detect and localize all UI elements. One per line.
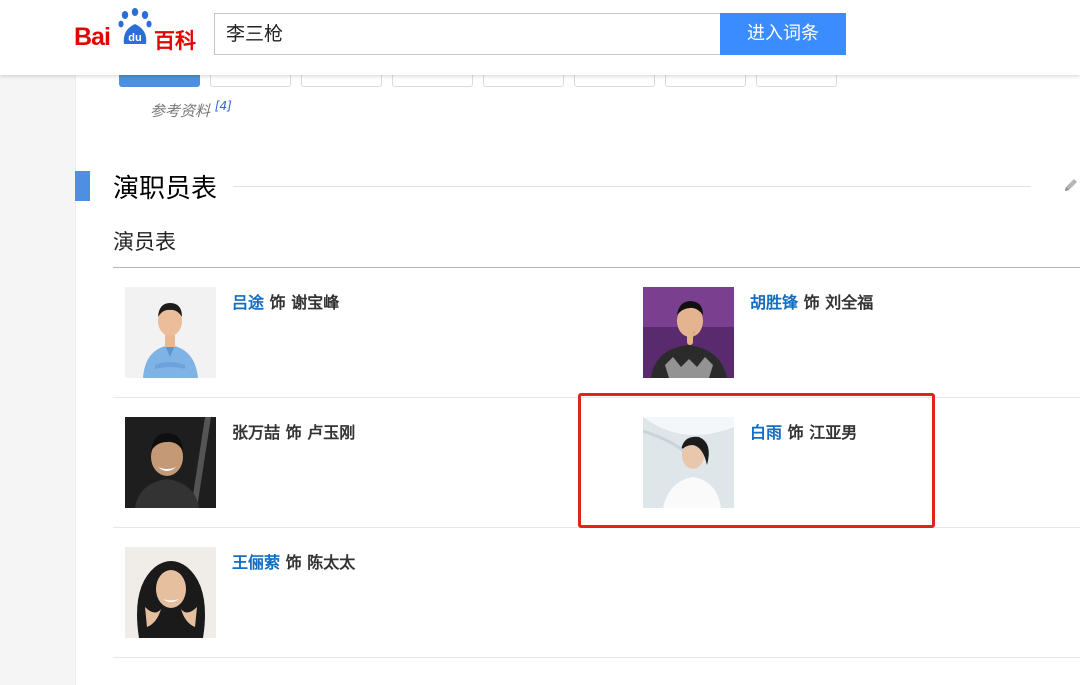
actor-photo[interactable] <box>643 287 734 378</box>
actor-photo[interactable] <box>125 287 216 378</box>
cast-subtitle: 演员表 <box>113 230 176 254</box>
actor-photo[interactable] <box>125 417 216 508</box>
logo-bai-text: Bai <box>74 23 111 51</box>
cast-item: 张万喆 饰 卢玉刚 <box>125 417 605 517</box>
logo-baike-text: 百科 <box>154 29 196 53</box>
cast-info: 张万喆 饰 卢玉刚 <box>232 419 355 443</box>
actor-name: 张万喆 <box>232 423 281 442</box>
section-accent-bar <box>75 171 90 201</box>
actor-name-link[interactable]: 胡胜锋 <box>750 293 798 312</box>
left-gutter <box>0 0 75 685</box>
row-divider <box>113 657 1080 658</box>
edit-icon[interactable] <box>1062 176 1080 194</box>
search-input[interactable]: 李三枪 <box>214 13 720 55</box>
reference-note: 参考资料 [4] <box>150 99 232 121</box>
highlight-box <box>578 393 935 528</box>
role-prefix: 饰 <box>269 293 286 312</box>
baidu-paw-icon: du <box>118 8 152 44</box>
enter-entry-button[interactable]: 进入词条 <box>720 13 846 55</box>
cast-info: 王俪萦 饰 陈太太 <box>232 549 355 573</box>
reference-link[interactable]: [4] <box>215 99 232 113</box>
cast-info: 吕途 饰 谢宝峰 <box>232 289 339 313</box>
cast-item: 王俪萦 饰 陈太太 <box>125 547 605 647</box>
top-header: Bai du 百科 李三枪 进入词条 <box>0 0 1080 75</box>
section-title: 演职员表 <box>113 174 218 204</box>
actor-photo[interactable] <box>125 547 216 638</box>
role-name: 谢宝峰 <box>291 293 340 312</box>
logo-du-text: du <box>128 32 141 44</box>
cast-info: 胡胜锋 饰 刘全福 <box>750 289 873 313</box>
role-name: 卢玉刚 <box>307 423 356 442</box>
role-prefix: 饰 <box>285 553 302 572</box>
actor-name-link[interactable]: 吕途 <box>232 293 264 312</box>
reference-label: 参考资料 <box>150 102 211 120</box>
role-name: 刘全福 <box>825 293 874 312</box>
actor-name-link[interactable]: 王俪萦 <box>232 553 280 572</box>
baidu-baike-logo[interactable]: Bai du 百科 <box>74 8 204 53</box>
role-prefix: 饰 <box>803 293 820 312</box>
cast-item: 吕途 饰 谢宝峰 <box>125 287 605 387</box>
subtitle-divider <box>113 267 1080 268</box>
cast-item: 胡胜锋 饰 刘全福 <box>643 287 1080 387</box>
role-name: 陈太太 <box>307 553 356 572</box>
role-prefix: 饰 <box>285 423 302 442</box>
section-divider <box>233 186 1031 187</box>
